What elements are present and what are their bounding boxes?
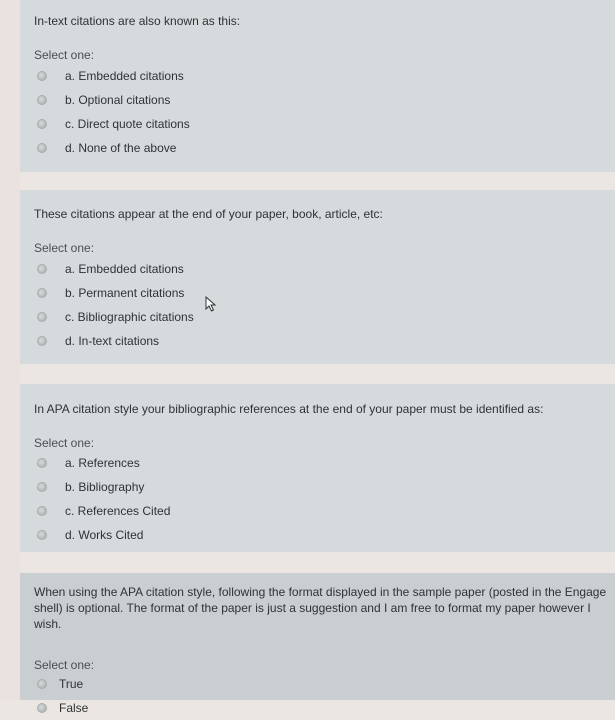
- answer-label[interactable]: d. None of the above: [65, 141, 176, 155]
- answer-label[interactable]: d. In-text citations: [65, 334, 159, 348]
- answer-option[interactable]: c. Bibliographic citations: [34, 305, 615, 329]
- question-text: These citations appear at the end of you…: [34, 207, 383, 221]
- mouse-pointer-icon: [205, 296, 217, 312]
- answer-label[interactable]: True: [59, 677, 83, 691]
- radio-unselected-icon[interactable]: [37, 530, 47, 540]
- answer-label[interactable]: b. Optional citations: [65, 93, 170, 107]
- select-one-label: Select one:: [34, 658, 95, 672]
- answer-label[interactable]: c. Direct quote citations: [65, 117, 190, 131]
- answer-label[interactable]: b. Permanent citations: [65, 286, 184, 300]
- question-text: In APA citation style your bibliographic…: [34, 402, 544, 416]
- answer-label[interactable]: c. Bibliographic citations: [65, 310, 194, 324]
- answer-option[interactable]: a. Embedded citations: [34, 64, 615, 88]
- question-card-3: In APA citation style your bibliographic…: [20, 384, 615, 552]
- radio-unselected-icon[interactable]: [37, 458, 47, 468]
- answer-option[interactable]: b. Bibliography: [34, 475, 615, 499]
- answer-option[interactable]: d. None of the above: [34, 136, 615, 160]
- answer-option[interactable]: b. Permanent citations: [34, 281, 615, 305]
- answer-option[interactable]: c. References Cited: [34, 499, 615, 523]
- question-text: When using the APA citation style, follo…: [34, 585, 607, 631]
- answer-label[interactable]: d. Works Cited: [65, 528, 143, 542]
- answer-label[interactable]: a. References: [65, 456, 140, 470]
- radio-unselected-icon[interactable]: [37, 482, 47, 492]
- question-card-1: In-text citations are also known as this…: [20, 0, 615, 172]
- radio-unselected-icon[interactable]: [37, 71, 47, 81]
- radio-unselected-icon[interactable]: [37, 95, 47, 105]
- radio-unselected-icon[interactable]: [37, 119, 47, 129]
- page-margin: [0, 0, 20, 700]
- answer-list: a. Embedded citations b. Permanent citat…: [34, 257, 615, 353]
- radio-unselected-icon[interactable]: [37, 506, 47, 516]
- answer-list: a. Embedded citations b. Optional citati…: [34, 64, 615, 160]
- answer-label[interactable]: a. Embedded citations: [65, 69, 184, 83]
- answer-option[interactable]: True: [34, 672, 615, 696]
- select-one-label: Select one:: [34, 436, 95, 450]
- question-card-2: These citations appear at the end of you…: [20, 190, 615, 364]
- select-one-label: Select one:: [34, 241, 95, 255]
- answer-list: a. References b. Bibliography c. Referen…: [34, 451, 615, 547]
- answer-label[interactable]: False: [59, 701, 88, 715]
- answer-label[interactable]: a. Embedded citations: [65, 262, 184, 276]
- radio-unselected-icon[interactable]: [37, 288, 47, 298]
- answer-label[interactable]: b. Bibliography: [65, 480, 144, 494]
- select-one-label: Select one:: [34, 48, 95, 62]
- answer-label[interactable]: c. References Cited: [65, 504, 170, 518]
- question-card-4: When using the APA citation style, follo…: [20, 573, 615, 715]
- answer-option[interactable]: d. Works Cited: [34, 523, 615, 547]
- answer-option[interactable]: d. In-text citations: [34, 329, 615, 353]
- radio-unselected-icon[interactable]: [37, 336, 47, 346]
- radio-unselected-icon[interactable]: [37, 312, 47, 322]
- radio-unselected-icon[interactable]: [37, 679, 47, 689]
- answer-option[interactable]: c. Direct quote citations: [34, 112, 615, 136]
- radio-unselected-icon[interactable]: [37, 143, 47, 153]
- radio-unselected-icon[interactable]: [37, 264, 47, 274]
- radio-unselected-icon[interactable]: [37, 703, 47, 713]
- answer-option[interactable]: a. References: [34, 451, 615, 475]
- answer-option[interactable]: b. Optional citations: [34, 88, 615, 112]
- answer-option[interactable]: a. Embedded citations: [34, 257, 615, 281]
- question-text: In-text citations are also known as this…: [34, 14, 241, 28]
- answer-list: True False: [34, 672, 615, 720]
